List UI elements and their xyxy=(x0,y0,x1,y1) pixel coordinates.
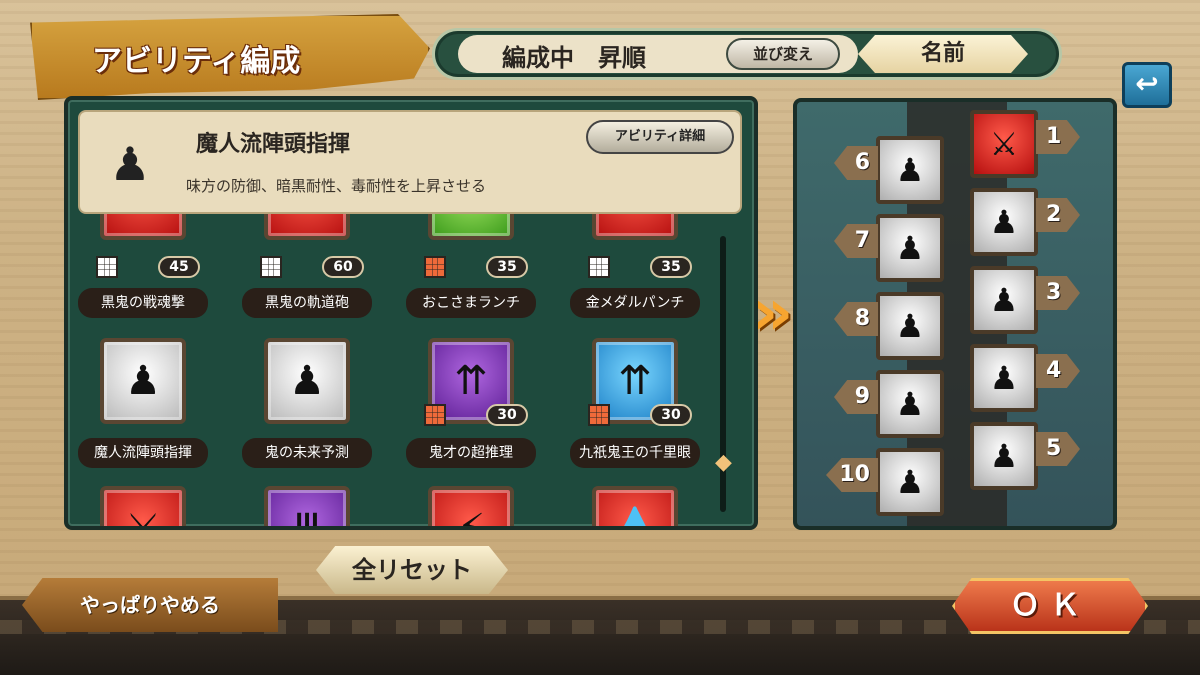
ability-card[interactable]: ⇈ 30 鬼才の超推理 xyxy=(398,336,558,486)
equipped-slot-3[interactable]: ♟ xyxy=(970,266,1038,334)
sword-icon: ⚔ xyxy=(100,214,186,240)
heart-icon: ♡ xyxy=(428,214,514,240)
ability-card[interactable]: 💧 xyxy=(562,486,710,526)
slot-shape-mark xyxy=(424,256,446,278)
ability-cost: 30 xyxy=(650,404,692,426)
equipped-slot-8[interactable]: ♟ xyxy=(876,292,944,360)
cancel-button[interactable]: やっぱりやめる xyxy=(22,578,278,632)
slot-shape-mark xyxy=(96,256,118,278)
equipped-slot-9[interactable]: ♟ xyxy=(876,370,944,438)
ability-cost: 45 xyxy=(158,256,200,278)
ability-card[interactable]: ⚔ 60 黒鬼の軌道砲 xyxy=(234,214,394,318)
sword-icon: ⚔ xyxy=(264,214,350,240)
sort-change-button[interactable]: 並び変え xyxy=(726,38,840,70)
ability-card[interactable]: ♟ 魔人流陣頭指揮 xyxy=(70,336,230,486)
equipped-slot-6[interactable]: ♟ xyxy=(876,136,944,204)
ability-cost: 35 xyxy=(650,256,692,278)
ability-card[interactable]: ⚔ 35 金メダルパンチ xyxy=(562,214,710,318)
back-arrow-icon[interactable]: ↩ xyxy=(1122,62,1172,108)
ability-card[interactable]: ♟ 鬼の未来予測 xyxy=(234,336,394,486)
ability-name: おこさまランチ xyxy=(406,288,536,318)
sort-status-label: 編成中 昇順 xyxy=(502,44,646,72)
slot-shape-mark xyxy=(424,404,446,426)
scroll-thumb-icon[interactable]: ◆ xyxy=(715,450,732,482)
equipped-slot-4[interactable]: ♟ xyxy=(970,344,1038,412)
ability-card[interactable]: ⚔ 45 黒鬼の戦魂撃 xyxy=(70,214,230,318)
ability-card[interactable]: ♡ 35 おこさまランチ xyxy=(398,214,558,318)
demon-figure-icon: ♟ xyxy=(100,338,186,424)
ability-cost: 60 xyxy=(322,256,364,278)
slot-shape-mark xyxy=(588,404,610,426)
ability-card[interactable]: ⚔ xyxy=(70,486,230,526)
slot-shape-mark xyxy=(588,256,610,278)
water-drop-icon: 💧 xyxy=(592,486,678,526)
equipped-slot-10[interactable]: ♟ xyxy=(876,448,944,516)
ability-card[interactable]: ⚡ xyxy=(398,486,558,526)
ability-card[interactable]: ⇈ 30 九祇鬼王の千里眼 xyxy=(562,336,710,486)
ability-cost: 35 xyxy=(486,256,528,278)
equipped-slot-1[interactable]: ⚔ xyxy=(970,110,1038,178)
ability-detail-button[interactable]: アビリティ詳細 xyxy=(586,120,734,154)
equipped-slot-7[interactable]: ♟ xyxy=(876,214,944,282)
demon-figure-icon: ♟ xyxy=(109,137,151,191)
lightning-icon: ⚡ xyxy=(428,486,514,526)
demon-figure-icon: ♟ xyxy=(264,338,350,424)
ability-name: 九祇鬼王の千里眼 xyxy=(570,438,700,468)
sort-key-button[interactable]: 名前 xyxy=(858,35,1028,73)
ability-name: 金メダルパンチ xyxy=(570,288,700,318)
reset-all-button[interactable]: 全リセット xyxy=(316,546,508,594)
ability-grid: ⚔ 45 黒鬼の戦魂撃 ⚔ 60 黒鬼の軌道砲 ♡ 35 おこさまランチ ⚔ 3… xyxy=(70,214,710,526)
ability-card[interactable]: Ⅲ xyxy=(234,486,394,526)
equipped-slot-2[interactable]: ♟ xyxy=(970,188,1038,256)
ability-name: 黒鬼の戦魂撃 xyxy=(78,288,208,318)
ability-name: 鬼才の超推理 xyxy=(406,438,536,468)
ability-detail-name: 魔人流陣頭指揮 xyxy=(196,132,351,157)
page-title: アビリティ編成 xyxy=(92,44,301,79)
ability-name: 鬼の未来予測 xyxy=(242,438,372,468)
bars-icon: Ⅲ xyxy=(264,486,350,526)
ability-name: 黒鬼の軌道砲 xyxy=(242,288,372,318)
ok-button[interactable]: ＯＫ xyxy=(952,578,1148,634)
sword-icon: ⚔ xyxy=(592,214,678,240)
ability-detail-description: 味方の防御、暗黒耐性、毒耐性を上昇させる xyxy=(186,177,487,195)
equipped-slot-5[interactable]: ♟ xyxy=(970,422,1038,490)
slot-shape-mark xyxy=(260,256,282,278)
ability-name: 魔人流陣頭指揮 xyxy=(78,438,208,468)
sword-icon: ⚔ xyxy=(100,486,186,526)
ability-cost: 30 xyxy=(486,404,528,426)
